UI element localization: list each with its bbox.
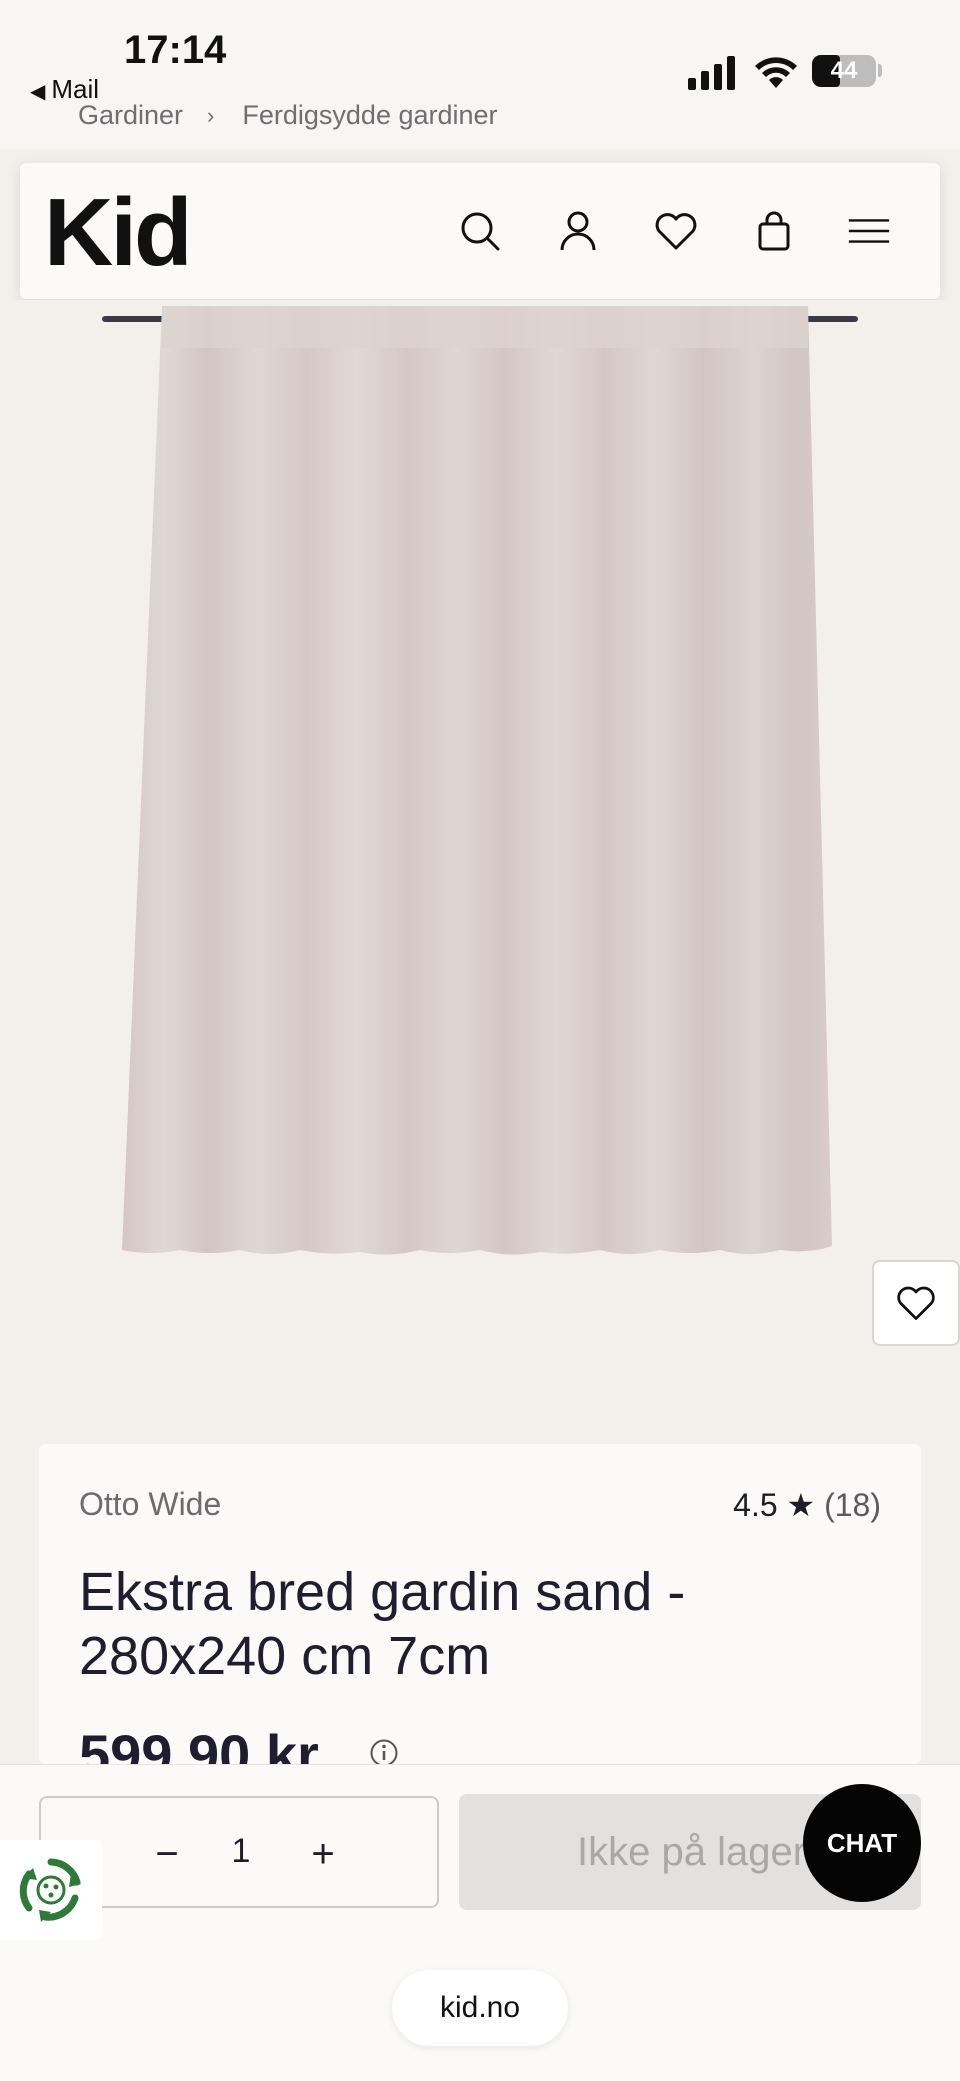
menu-icon[interactable] (846, 207, 892, 255)
kid-logo[interactable]: Kid (44, 185, 193, 281)
battery-percent: 44 (830, 57, 858, 84)
browser-url-pill[interactable]: kid.no (392, 1970, 568, 2046)
eco-badge[interactable] (0, 1840, 102, 1940)
battery-tip (878, 64, 882, 77)
wifi-icon (755, 57, 797, 88)
breadcrumb-item-gardiner[interactable]: Gardiner (78, 100, 183, 131)
chat-button[interactable]: CHAT (803, 1784, 921, 1902)
product-info-card: Otto Wide 4.5 ★ (18) Ekstra bred gardin … (39, 1444, 921, 1764)
breadcrumb: Gardiner › Ferdigsydde gardiner (78, 100, 498, 131)
brand-name[interactable]: Otto Wide (79, 1486, 221, 1523)
search-icon[interactable] (456, 207, 504, 255)
product-title: Ekstra bred gardin sand - 280x240 cm 7cm (79, 1562, 686, 1686)
rating-value: 4.5 (733, 1487, 778, 1523)
product-price: 599,90 kr (79, 1723, 319, 1764)
review-count: (18) (824, 1487, 881, 1523)
increase-quantity-button[interactable]: + (289, 1820, 357, 1888)
cellular-signal-icon (688, 56, 735, 90)
back-arrow-icon: ◀ (30, 81, 46, 103)
account-icon[interactable] (554, 207, 602, 255)
breadcrumb-separator-icon: › (207, 102, 215, 128)
site-header: Kid (20, 163, 940, 299)
product-image-curtain[interactable] (120, 306, 832, 1258)
cart-icon[interactable] (750, 207, 798, 255)
decrease-quantity-button[interactable]: − (133, 1820, 201, 1888)
heart-icon (897, 1286, 935, 1320)
breadcrumb-item-ferdigsydde-gardiner[interactable]: Ferdigsydde gardiner (242, 100, 497, 131)
product-rating[interactable]: 4.5 ★ (18) (733, 1486, 881, 1524)
battery-indicator: 44 (812, 55, 876, 87)
add-to-favorites-button[interactable] (872, 1260, 960, 1346)
quantity-value[interactable]: 1 (209, 1832, 273, 1871)
wishlist-icon[interactable] (652, 207, 700, 255)
info-icon[interactable] (369, 1738, 399, 1764)
recycle-icon (19, 1858, 81, 1922)
status-time: 17:14 (124, 28, 227, 72)
star-icon: ★ (786, 1487, 816, 1523)
